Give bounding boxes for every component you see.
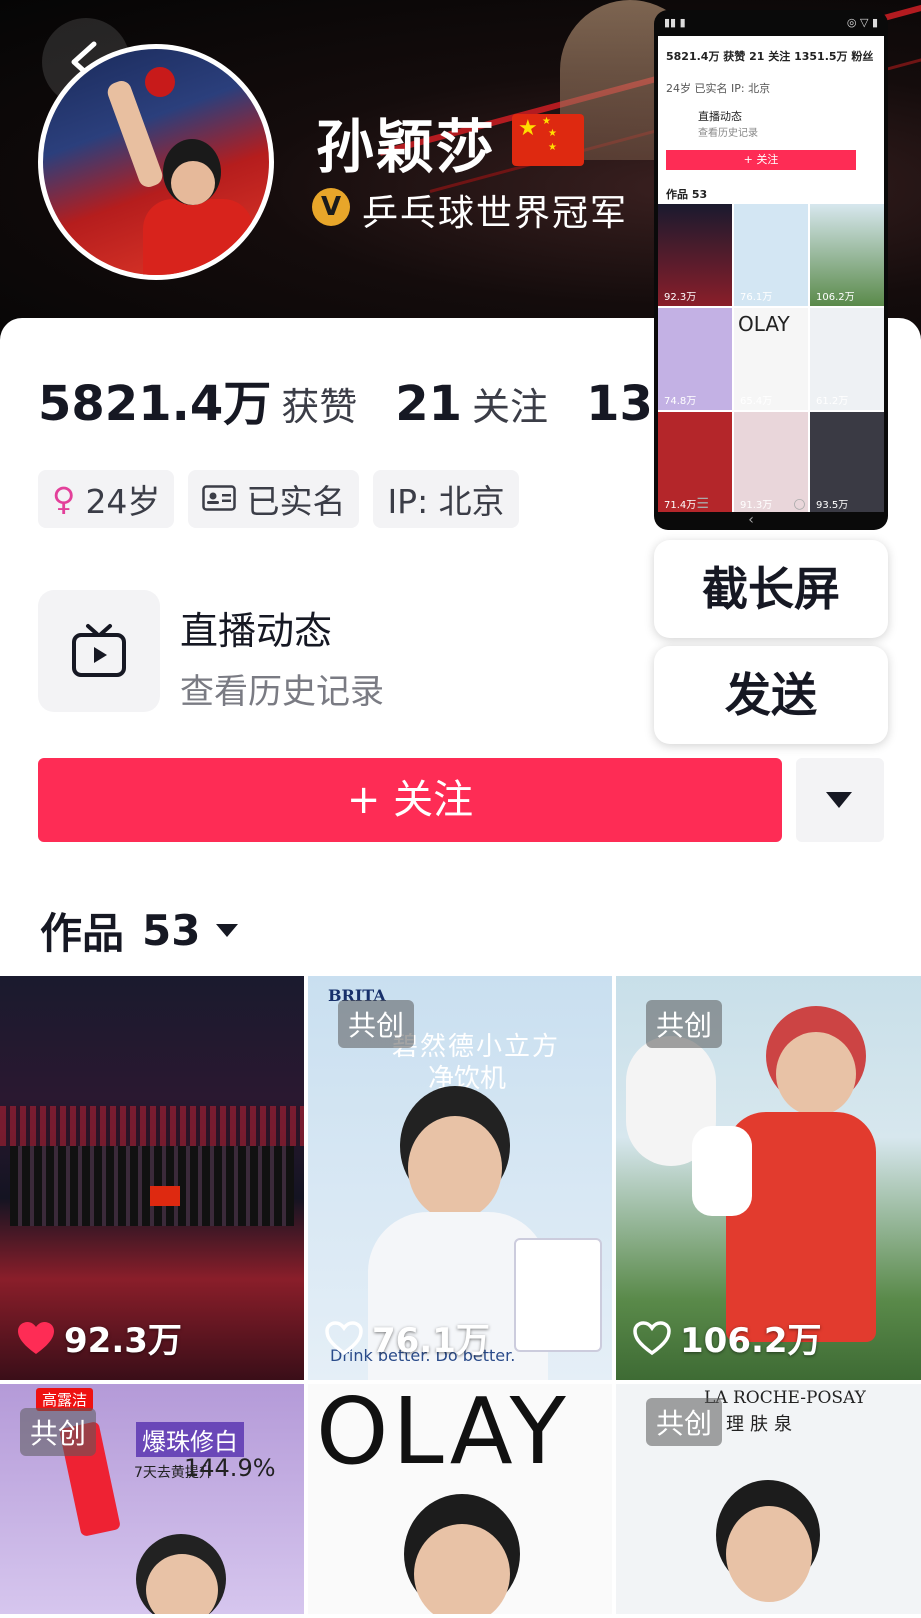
send-button[interactable]: 发送	[654, 646, 888, 744]
preview-like: 76.1万	[740, 292, 773, 303]
preview-like: 92.3万	[664, 292, 697, 303]
preview-works: 作品 53	[666, 188, 708, 201]
video-tile[interactable]: 共创 106.2万	[616, 976, 921, 1380]
tile-likes: 106.2万	[632, 1313, 822, 1362]
avatar[interactable]	[38, 44, 274, 280]
brand-sub: 理肤泉	[726, 1414, 798, 1435]
ad-headline: 爆珠修白	[136, 1422, 244, 1457]
ad-percent: 144.9%	[184, 1454, 276, 1482]
profile-tags: ♀ 24岁 已实名 IP: 北京	[38, 470, 519, 528]
video-tile[interactable]: 92.3万	[0, 976, 304, 1380]
video-tile[interactable]: LA ROCHE-POSAY 理肤泉 共创	[616, 1384, 921, 1614]
more-dropdown-button[interactable]	[796, 758, 884, 842]
china-flag-icon: ★ ★ ★ ★	[512, 114, 584, 166]
preview-like: 61.2万	[816, 396, 849, 407]
video-tile[interactable]: BRITA 碧然德小立方 净饮机 Drink better. Do better…	[308, 976, 612, 1380]
preview-olay-logo: OLAY	[738, 312, 790, 336]
preview-page: 5821.4万 获赞 21 关注 1351.5万 粉丝 24岁 已实名 IP: …	[658, 36, 884, 512]
preview-status-icons: ◎ ▽ ▮	[846, 16, 878, 29]
screenshot-preview[interactable]: ▮▮ ▮ ◎ ▽ ▮ 5821.4万 获赞 21 关注 1351.5万 粉丝 2…	[654, 10, 888, 530]
preview-status-bar: ▮▮ ▮	[664, 16, 686, 29]
female-icon: ♀	[52, 480, 76, 518]
co-creation-badge: 共创	[338, 1000, 415, 1048]
ip-label: IP: 北京	[387, 482, 505, 521]
age-tag: ♀ 24岁	[38, 470, 175, 528]
co-creation-badge: 共创	[646, 1398, 723, 1446]
works-count: 53	[142, 906, 201, 955]
likes-label: 获赞	[281, 385, 358, 429]
preview-live-title: 直播动态	[698, 110, 742, 123]
preview-tags: 24岁 已实名 IP: 北京	[666, 82, 771, 95]
verification-label: 乒乓球世界冠军	[362, 193, 629, 234]
profile-name: 孙颖莎	[316, 113, 497, 181]
ip-tag: IP: 北京	[373, 470, 519, 528]
realname-label: 已实名	[246, 482, 346, 521]
preview-like: 65.4万	[740, 396, 773, 407]
brand-logo: OLAY	[316, 1384, 570, 1485]
tile-likes: 76.1万	[324, 1313, 490, 1362]
works-label: 作品	[40, 909, 125, 958]
following-label: 关注	[472, 385, 549, 429]
preview-stats: 5821.4万 获赞 21 关注 1351.5万 粉丝	[666, 50, 874, 63]
tile-likes: 92.3万	[16, 1313, 182, 1362]
co-creation-badge: 共创	[20, 1408, 97, 1456]
preview-like: 74.8万	[664, 396, 697, 407]
video-tile[interactable]: OLAY	[308, 1384, 612, 1614]
preview-like: 106.2万	[816, 292, 855, 303]
heart-outline-icon	[633, 1320, 671, 1355]
co-creation-badge: 共创	[646, 1000, 723, 1048]
live-title[interactable]: 直播动态	[180, 600, 332, 655]
preview-nav-bar: ☰ ○ ‹	[696, 496, 846, 528]
heart-outline-icon	[325, 1320, 363, 1355]
preview-live-sub: 查看历史记录	[698, 128, 758, 139]
follow-button[interactable]: + 关注	[38, 758, 782, 842]
caret-down-icon	[826, 792, 852, 808]
tv-icon	[72, 624, 126, 677]
live-icon-box[interactable]	[38, 590, 160, 712]
likes-count[interactable]: 5821.4万	[38, 364, 271, 434]
brand-logo: LA ROCHE-POSAY	[704, 1388, 866, 1408]
id-card-icon	[202, 480, 237, 519]
video-tile[interactable]: 高露洁 爆珠修白 7天去黄提升 144.9% 共创	[0, 1384, 304, 1614]
following-count[interactable]: 21	[395, 376, 462, 432]
realname-tag: 已实名	[188, 470, 360, 528]
long-screenshot-button[interactable]: 截长屏	[654, 540, 888, 638]
heart-filled-icon	[18, 1321, 54, 1354]
live-subtitle[interactable]: 查看历史记录	[180, 664, 384, 713]
age-label: 24岁	[85, 482, 161, 521]
caret-down-icon	[216, 924, 239, 937]
preview-follow: + 关注	[666, 150, 856, 170]
verified-badge-icon: V	[312, 188, 350, 226]
works-tab[interactable]: 作品 53	[40, 900, 239, 961]
stats-row: 5821.4万 获赞 21 关注 135	[38, 364, 686, 432]
